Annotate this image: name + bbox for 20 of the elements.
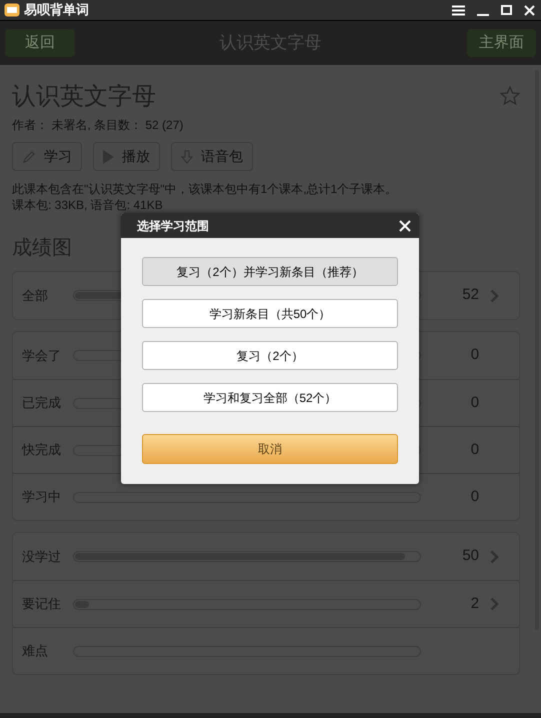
- home-button[interactable]: 主界面: [467, 29, 536, 57]
- cancel-button[interactable]: 取消: [142, 434, 398, 464]
- dialog-title: 选择学习范围: [137, 218, 209, 234]
- close-icon[interactable]: [524, 4, 535, 16]
- app-logo-icon: [4, 3, 20, 17]
- option-button[interactable]: 复习（2个）并学习新条目（推荐）: [142, 257, 398, 286]
- course-description: 此课本包含在"认识英文字母"中，该课本包中有1个课本,总计1个子课本。: [12, 181, 398, 197]
- option-button[interactable]: 学习新条目（共50个）: [142, 299, 398, 328]
- star-icon[interactable]: [500, 86, 520, 104]
- maximize-icon[interactable]: [501, 5, 512, 15]
- menu-icon[interactable]: [452, 4, 465, 16]
- close-icon[interactable]: [399, 220, 411, 232]
- option-button[interactable]: 复习（2个）: [142, 341, 398, 370]
- course-size: 课本包: 33KB, 语音包: 41KB: [12, 197, 164, 213]
- window-title: 易呗背单词: [24, 1, 89, 20]
- back-button[interactable]: 返回: [5, 29, 75, 57]
- option-button[interactable]: 学习和复习全部（52个）: [142, 383, 398, 412]
- download-arrow-icon: [181, 150, 193, 164]
- play-icon: [103, 150, 114, 164]
- course-meta: 作者： 未署名, 条目数： 52 (27): [12, 117, 184, 134]
